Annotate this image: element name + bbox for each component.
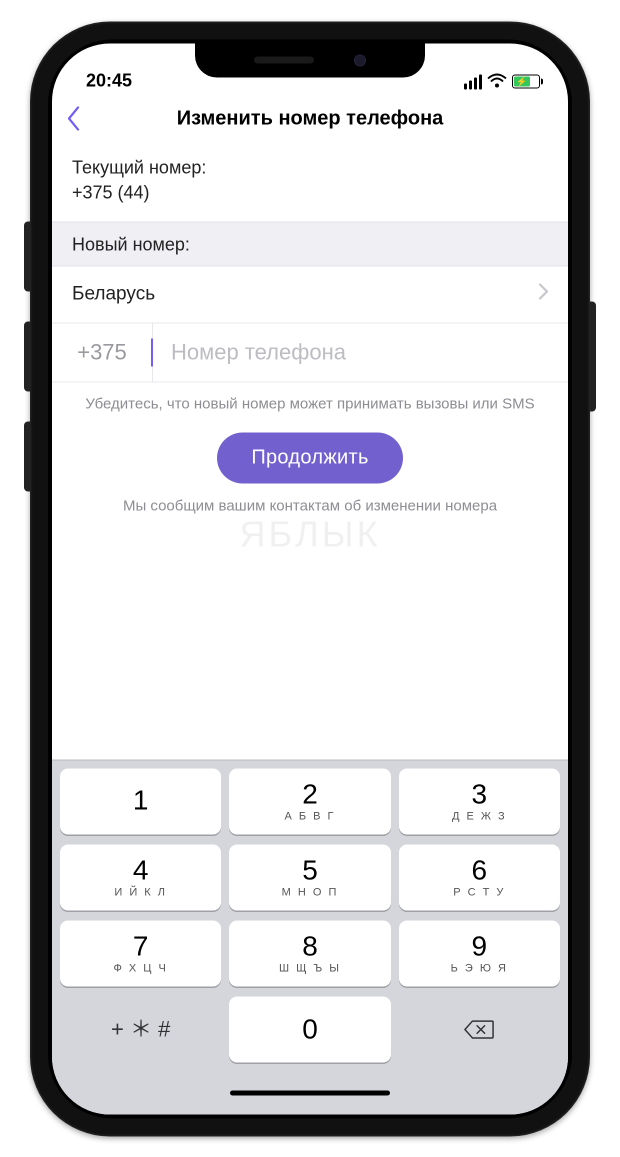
cellular-icon xyxy=(464,74,482,89)
chevron-right-icon xyxy=(538,282,550,306)
current-number-label: Текущий номер: xyxy=(72,157,548,178)
key-9[interactable]: 9Ь Э Ю Я xyxy=(399,920,560,986)
note-text: Мы сообщим вашим контактам об изменении … xyxy=(52,483,568,528)
hint-text: Убедитесь, что новый номер может принима… xyxy=(52,382,568,432)
key-symbols[interactable]: + ＊ # xyxy=(60,996,221,1062)
continue-button[interactable]: Продолжить xyxy=(217,432,402,483)
phone-input[interactable] xyxy=(153,323,568,381)
key-6[interactable]: 6Р С Т У xyxy=(399,844,560,910)
numeric-keyboard: 1 2А Б В Г 3Д Е Ж З 4И Й К Л 5М Н О П 6Р… xyxy=(52,759,568,1072)
device-frame: 20:45 ⚡ Изменить номер телефона xyxy=(30,21,590,1136)
key-3[interactable]: 3Д Е Ж З xyxy=(399,768,560,834)
key-5[interactable]: 5М Н О П xyxy=(229,844,390,910)
home-indicator[interactable] xyxy=(52,1072,568,1114)
country-selector[interactable]: Беларусь xyxy=(52,266,568,323)
back-button[interactable] xyxy=(66,104,96,134)
battery-icon: ⚡ xyxy=(512,75,540,89)
wifi-icon xyxy=(488,75,506,89)
key-delete[interactable] xyxy=(399,996,560,1062)
nav-bar: Изменить номер телефона xyxy=(52,93,568,145)
key-2[interactable]: 2А Б В Г xyxy=(229,768,390,834)
key-4[interactable]: 4И Й К Л xyxy=(60,844,221,910)
page-title: Изменить номер телефона xyxy=(177,107,444,130)
key-7[interactable]: 7Ф Х Ц Ч xyxy=(60,920,221,986)
key-1[interactable]: 1 xyxy=(60,768,221,834)
backspace-icon xyxy=(464,1018,494,1040)
key-0[interactable]: 0 xyxy=(229,996,390,1062)
text-cursor xyxy=(151,338,153,366)
status-time: 20:45 xyxy=(86,70,132,91)
key-8[interactable]: 8Ш Щ Ъ Ы xyxy=(229,920,390,986)
content: Текущий номер: +375 (44) Новый номер: Бе… xyxy=(52,145,568,759)
country-name: Беларусь xyxy=(72,283,155,305)
notch xyxy=(195,43,425,77)
phone-prefix: +375 xyxy=(52,323,152,381)
current-number-value: +375 (44) xyxy=(72,182,548,203)
new-number-header: Новый номер: xyxy=(52,221,568,266)
